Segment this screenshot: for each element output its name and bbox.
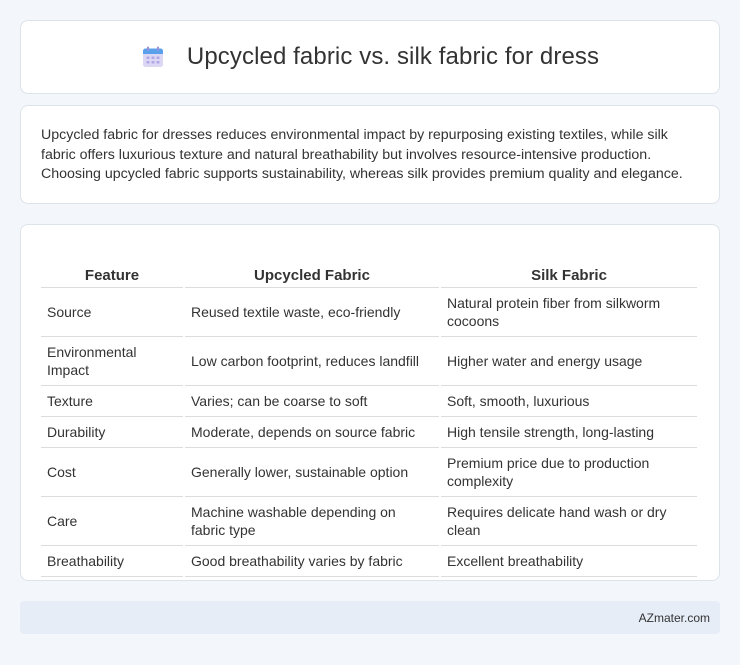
silk-cell: Premium price due to production complexi… (441, 448, 697, 497)
upcycled-cell: Machine washable depending on fabric typ… (185, 497, 439, 546)
upcycled-cell: Good breathability varies by fabric (185, 546, 439, 577)
feature-cell: Breathability (41, 546, 183, 577)
feature-cell: Care (41, 497, 183, 546)
silk-cell: Soft, smooth, luxurious (441, 386, 697, 417)
comparison-card: Feature Upcycled Fabric Silk Fabric Sour… (20, 224, 720, 581)
feature-cell: Texture (41, 386, 183, 417)
silk-cell: Excellent breathability (441, 546, 697, 577)
silk-cell: Requires delicate hand wash or dry clean (441, 497, 697, 546)
table-row: Durability Moderate, depends on source f… (41, 417, 697, 448)
upcycled-cell: Low carbon footprint, reduces landfill (185, 337, 439, 386)
description-text: Upcycled fabric for dresses reduces envi… (41, 127, 683, 182)
comparison-table: Feature Upcycled Fabric Silk Fabric Sour… (39, 245, 699, 577)
column-header-silk: Silk Fabric (441, 245, 697, 288)
silk-cell: Natural protein fiber from silkworm coco… (441, 288, 697, 337)
table-header-row: Feature Upcycled Fabric Silk Fabric (41, 245, 697, 288)
silk-cell: Higher water and energy usage (441, 337, 697, 386)
upcycled-cell: Moderate, depends on source fabric (185, 417, 439, 448)
column-header-upcycled: Upcycled Fabric (185, 245, 439, 288)
title-card: Upcycled fabric vs. silk fabric for dres… (20, 20, 720, 94)
footer-bar: AZmater.com (20, 601, 720, 634)
page-title: Upcycled fabric vs. silk fabric for dres… (186, 43, 600, 70)
feature-cell: Environmental Impact (41, 337, 183, 386)
feature-cell: Source (41, 288, 183, 337)
description-card: Upcycled fabric for dresses reduces envi… (20, 105, 720, 204)
feature-cell: Cost (41, 448, 183, 497)
upcycled-cell: Generally lower, sustainable option (185, 448, 439, 497)
footer-site-label: AZmater.com (638, 610, 710, 625)
table-row: Breathability Good breathability varies … (41, 546, 697, 577)
title-wrap: Upcycled fabric vs. silk fabric for dres… (141, 43, 599, 71)
calendar-icon (142, 46, 163, 67)
upcycled-cell: Varies; can be coarse to soft (185, 386, 439, 417)
table-row: Care Machine washable depending on fabri… (41, 497, 697, 546)
silk-cell: High tensile strength, long-lasting (441, 417, 697, 448)
column-header-feature: Feature (41, 245, 183, 288)
feature-cell: Durability (41, 417, 183, 448)
upcycled-cell: Reused textile waste, eco-friendly (185, 288, 439, 337)
table-row: Cost Generally lower, sustainable option… (41, 448, 697, 497)
table-row: Texture Varies; can be coarse to soft So… (41, 386, 697, 417)
table-row: Environmental Impact Low carbon footprin… (41, 337, 697, 386)
table-row: Source Reused textile waste, eco-friendl… (41, 288, 697, 337)
